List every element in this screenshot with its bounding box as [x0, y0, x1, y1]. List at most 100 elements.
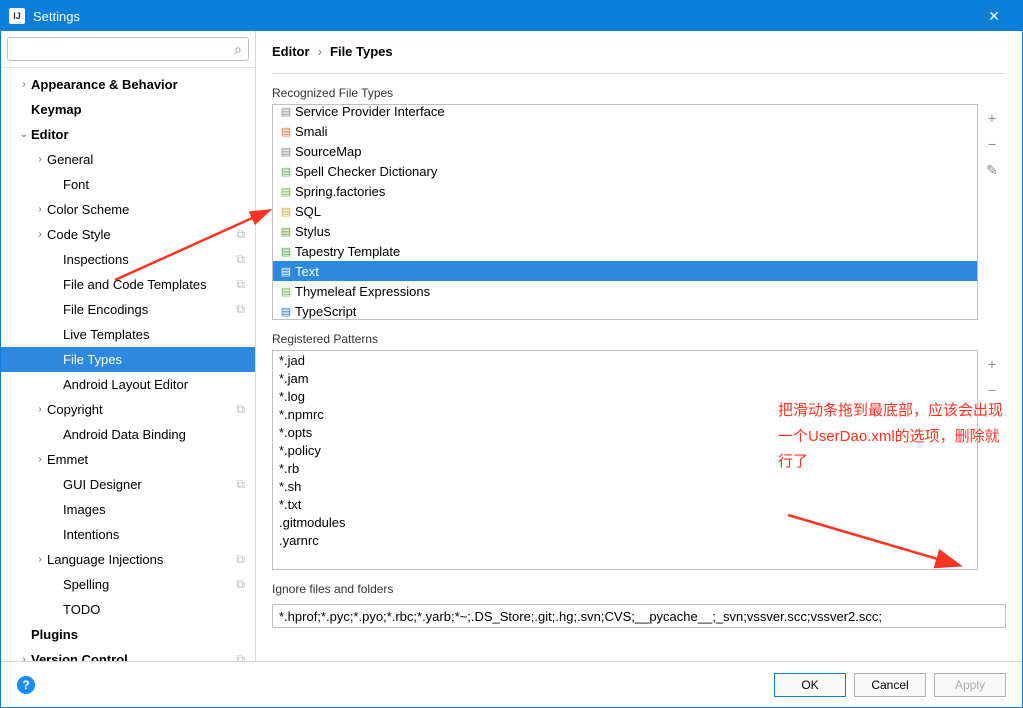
filetype-icon: ▤: [277, 205, 295, 218]
filetype-row-tapestry-template[interactable]: ▤Tapestry Template: [273, 241, 977, 261]
tree-label: Live Templates: [63, 327, 255, 342]
filetype-row-stylus[interactable]: ▤Stylus: [273, 221, 977, 241]
pattern-row[interactable]: *.jad: [273, 351, 977, 369]
filetype-row-typescript[interactable]: ▤TypeScript: [273, 301, 977, 320]
sidebar-item-android-data-binding[interactable]: Android Data Binding: [1, 422, 255, 447]
filetype-row-spell-checker-dictionary[interactable]: ▤Spell Checker Dictionary: [273, 161, 977, 181]
remove-pattern-button[interactable]: −: [982, 380, 1002, 400]
breadcrumb-sep-icon: ›: [317, 43, 322, 59]
window-title: Settings: [33, 9, 974, 24]
cancel-button[interactable]: Cancel: [854, 673, 926, 697]
search-input[interactable]: [12, 38, 228, 60]
filetype-name: SourceMap: [295, 144, 361, 159]
settings-tree[interactable]: ›Appearance & BehaviorKeymap⌄Editor›Gene…: [1, 68, 255, 661]
add-filetype-button[interactable]: +: [982, 108, 1002, 128]
filetype-icon: ▤: [277, 145, 295, 158]
tree-label: Inspections: [63, 252, 236, 267]
close-button[interactable]: ✕: [974, 1, 1014, 31]
pattern-row[interactable]: *.txt: [273, 495, 977, 513]
sidebar-item-plugins[interactable]: Plugins: [1, 622, 255, 647]
remove-filetype-button[interactable]: −: [982, 134, 1002, 154]
filetype-name: Service Provider Interface: [295, 104, 445, 119]
sidebar-item-gui-designer[interactable]: GUI Designer⧉: [1, 472, 255, 497]
ignore-input[interactable]: [272, 604, 1006, 628]
sidebar-item-font[interactable]: Font: [1, 172, 255, 197]
filetype-icon: ▤: [277, 245, 295, 258]
sidebar-item-intentions[interactable]: Intentions: [1, 522, 255, 547]
chevron-icon: ›: [33, 229, 47, 240]
pattern-row[interactable]: *.opts: [273, 423, 977, 441]
sidebar-item-copyright[interactable]: ›Copyright⧉: [1, 397, 255, 422]
sidebar-item-keymap[interactable]: Keymap: [1, 97, 255, 122]
scheme-icon: ⧉: [236, 477, 245, 492]
filetype-icon: ▤: [277, 225, 295, 238]
sidebar-item-color-scheme[interactable]: ›Color Scheme: [1, 197, 255, 222]
filetype-name: Smali: [295, 124, 328, 139]
sidebar-item-appearance-behavior[interactable]: ›Appearance & Behavior: [1, 72, 255, 97]
pattern-row[interactable]: .yarnrc: [273, 531, 977, 549]
tree-label: File Encodings: [63, 302, 236, 317]
sidebar-item-spelling[interactable]: Spelling⧉: [1, 572, 255, 597]
tree-label: GUI Designer: [63, 477, 236, 492]
pattern-row[interactable]: *.npmrc: [273, 405, 977, 423]
filetype-name: Tapestry Template: [295, 244, 400, 259]
tree-label: Copyright: [47, 402, 236, 417]
pattern-row[interactable]: *.jam: [273, 369, 977, 387]
help-button[interactable]: ?: [17, 676, 35, 694]
filetype-row-sourcemap[interactable]: ▤SourceMap: [273, 141, 977, 161]
ignore-label: Ignore files and folders: [272, 582, 1006, 596]
filetype-row-sql[interactable]: ▤SQL: [273, 201, 977, 221]
sidebar-item-android-layout-editor[interactable]: Android Layout Editor: [1, 372, 255, 397]
breadcrumb: Editor › File Types: [272, 43, 1006, 74]
pattern-row[interactable]: *.sh: [273, 477, 977, 495]
filetype-icon: ▤: [277, 185, 295, 198]
sidebar-item-file-types[interactable]: File Types: [1, 347, 255, 372]
filetype-row-smali[interactable]: ▤Smali: [273, 121, 977, 141]
pattern-row[interactable]: .gitmodules: [273, 513, 977, 531]
patterns-list[interactable]: *.jad*.jam*.log*.npmrc*.opts*.policy*.rb…: [272, 350, 978, 570]
pattern-row[interactable]: *.policy: [273, 441, 977, 459]
sidebar-item-editor[interactable]: ⌄Editor: [1, 122, 255, 147]
scheme-icon: ⧉: [236, 227, 245, 242]
recognized-wrap: ▤Service Provider Interface▤Smali▤Source…: [272, 104, 1006, 320]
settings-window: IJ Settings ✕ ›Appearance & BehaviorKeym…: [0, 0, 1023, 708]
tree-label: TODO: [63, 602, 255, 617]
filetype-row-service-provider-interface[interactable]: ▤Service Provider Interface: [273, 104, 977, 121]
pattern-row[interactable]: *.log: [273, 387, 977, 405]
chevron-icon: ›: [17, 654, 31, 661]
apply-button[interactable]: Apply: [934, 673, 1006, 697]
filetype-name: Text: [295, 264, 319, 279]
content: ›Appearance & BehaviorKeymap⌄Editor›Gene…: [1, 31, 1022, 661]
ok-button[interactable]: OK: [774, 673, 846, 697]
scheme-icon: ⧉: [236, 252, 245, 267]
filetype-row-thymeleaf-expressions[interactable]: ▤Thymeleaf Expressions: [273, 281, 977, 301]
search-box: [7, 37, 249, 61]
breadcrumb-editor: Editor: [272, 44, 310, 59]
sidebar-item-file-and-code-templates[interactable]: File and Code Templates⧉: [1, 272, 255, 297]
filetype-row-text[interactable]: ▤Text: [273, 261, 977, 281]
sidebar-item-live-templates[interactable]: Live Templates: [1, 322, 255, 347]
sidebar-item-images[interactable]: Images: [1, 497, 255, 522]
sidebar-item-version-control[interactable]: ›Version Control⧉: [1, 647, 255, 661]
sidebar-item-emmet[interactable]: ›Emmet: [1, 447, 255, 472]
titlebar: IJ Settings ✕: [1, 1, 1022, 31]
sidebar-item-file-encodings[interactable]: File Encodings⧉: [1, 297, 255, 322]
sidebar-item-general[interactable]: ›General: [1, 147, 255, 172]
filetype-row-spring-factories[interactable]: ▤Spring.factories: [273, 181, 977, 201]
sidebar-item-todo[interactable]: TODO: [1, 597, 255, 622]
tree-label: Code Style: [47, 227, 236, 242]
sidebar-item-code-style[interactable]: ›Code Style⧉: [1, 222, 255, 247]
chevron-icon: ›: [33, 404, 47, 415]
edit-filetype-button[interactable]: ✎: [982, 160, 1002, 180]
filetype-name: Stylus: [295, 224, 330, 239]
recognized-list[interactable]: ▤Service Provider Interface▤Smali▤Source…: [272, 104, 978, 320]
chevron-icon: ›: [33, 554, 47, 565]
pattern-row[interactable]: *.rb: [273, 459, 977, 477]
filetype-icon: ▤: [277, 265, 295, 278]
footer: ? OK Cancel Apply: [1, 661, 1022, 707]
tree-label: Font: [63, 177, 255, 192]
sidebar-item-inspections[interactable]: Inspections⧉: [1, 247, 255, 272]
sidebar-item-language-injections[interactable]: ›Language Injections⧉: [1, 547, 255, 572]
add-pattern-button[interactable]: +: [982, 354, 1002, 374]
filetype-icon: ▤: [277, 125, 295, 138]
